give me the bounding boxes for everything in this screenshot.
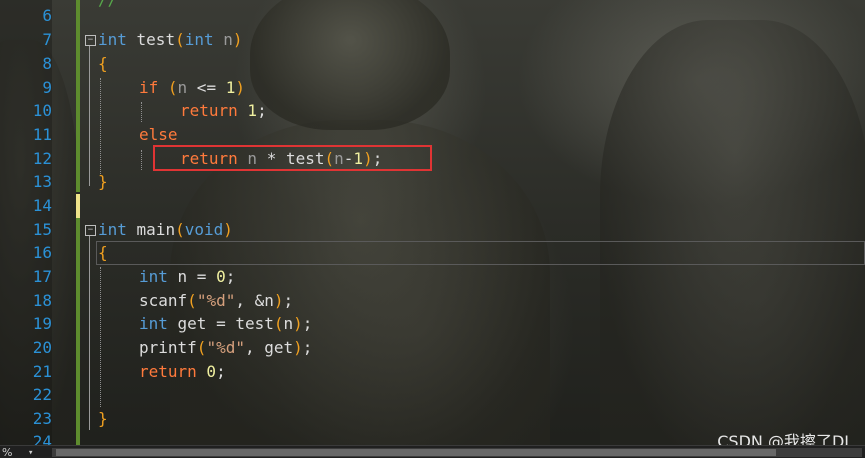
line-number: 14 [32,196,52,215]
line-number: 15 [32,220,52,239]
line-number: 20 [32,338,52,357]
function-name: test [126,30,176,49]
parameter: n [177,78,188,97]
line-number: 21 [32,362,52,381]
line-number: 16 [32,243,52,262]
line-number: 22 [32,385,52,404]
indent-guide [141,150,142,170]
keyword: int [98,220,127,239]
string: "%d" [196,291,236,310]
code-line-brace: { [98,243,108,262]
function-name: scanf [139,291,188,310]
background-helmet [250,0,450,130]
code-line-brace: } [98,409,108,428]
semicolon: ; [283,291,294,310]
changed-lines-indicator [76,0,80,192]
scope-line [89,46,90,186]
line-number: 19 [32,314,52,333]
keyword: void [184,220,224,239]
number: 1 [225,78,236,97]
code-line-brace: { [98,54,108,73]
paren: ( [196,338,207,357]
scrollbar-thumb[interactable] [56,449,776,456]
expression: n = [167,267,217,286]
zoom-level[interactable]: % [2,446,12,458]
fold-toggle-icon[interactable]: − [85,225,96,236]
code-line-scanf: scanf("%d", &n); [139,291,293,310]
variable: n [283,314,294,333]
indent-guide [141,102,142,122]
expression: , &n [235,291,274,310]
paren: ) [235,78,245,97]
line-number: 18 [32,291,52,310]
background-figure-right [600,20,865,458]
keyword: int [139,267,168,286]
current-line-highlight [96,241,865,265]
line-number: 12 [32,149,52,168]
semicolon: ; [257,101,267,120]
parameter: n [213,30,233,49]
code-line-main-signature: int main(void) [98,220,233,239]
unsaved-line-indicator [76,194,80,218]
code-line-declare-n: int n = 0; [139,267,235,286]
line-number: 11 [32,125,52,144]
fold-toggle-icon[interactable]: − [85,35,96,46]
keyword: int [98,30,127,49]
paren: ( [158,78,178,97]
code-editor[interactable]: 6 7 8 9 10 11 12 13 14 15 16 17 18 19 20… [0,0,865,458]
keyword: int [184,30,214,49]
semicolon: ; [225,267,236,286]
expression: get = test [167,314,274,333]
code-line-get: int get = test(n); [139,314,312,333]
code-line-return-0: return 0; [139,362,226,381]
keyword: int [139,314,168,333]
line-number: 10 [32,101,52,120]
line-number: 23 [32,409,52,428]
code-line-else: else [139,125,178,144]
changed-lines-indicator [76,218,80,445]
expression: , get [244,338,294,357]
semicolon: ; [216,362,226,381]
indent-guide [100,267,101,407]
paren: ) [293,338,303,357]
indent-guide [100,78,101,174]
paren: ( [273,314,284,333]
code-line-printf: printf("%d", get); [139,338,312,357]
line-number: 7 [42,30,52,49]
code-line-comment: // [98,0,137,9]
paren: ) [273,291,284,310]
string: "%d" [206,338,245,357]
code-line-test-signature: int test(int n) [98,30,243,49]
number: 0 [216,267,226,286]
annotation-highlight-box [153,145,432,171]
code-line-return-1: return 1; [180,101,267,120]
keyword: return [139,362,197,381]
semicolon: ; [302,314,313,333]
paren: ) [293,314,303,333]
code-line-brace: } [98,172,108,191]
paren: ( [175,220,185,239]
horizontal-scrollbar[interactable] [52,448,862,457]
line-number: 17 [32,267,52,286]
paren: ( [175,30,185,49]
keyword: return [180,101,238,120]
status-bar: % ▾ [0,445,865,458]
code-line-if: if (n <= 1) [139,78,245,97]
function-name: main [126,220,176,239]
line-number: 8 [42,54,52,73]
paren: ( [187,291,197,310]
operator: <= [187,78,226,97]
line-number: 9 [42,78,52,97]
paren: ) [232,30,243,49]
keyword: if [139,78,159,97]
line-number: 6 [42,6,52,25]
function-name: printf [139,338,197,357]
scope-line [89,236,90,430]
line-number: 13 [32,172,52,191]
number: 1 [237,101,258,120]
number: 0 [196,362,217,381]
zoom-dropdown-icon[interactable]: ▾ [28,448,33,458]
semicolon: ; [302,338,313,357]
paren: ) [223,220,233,239]
